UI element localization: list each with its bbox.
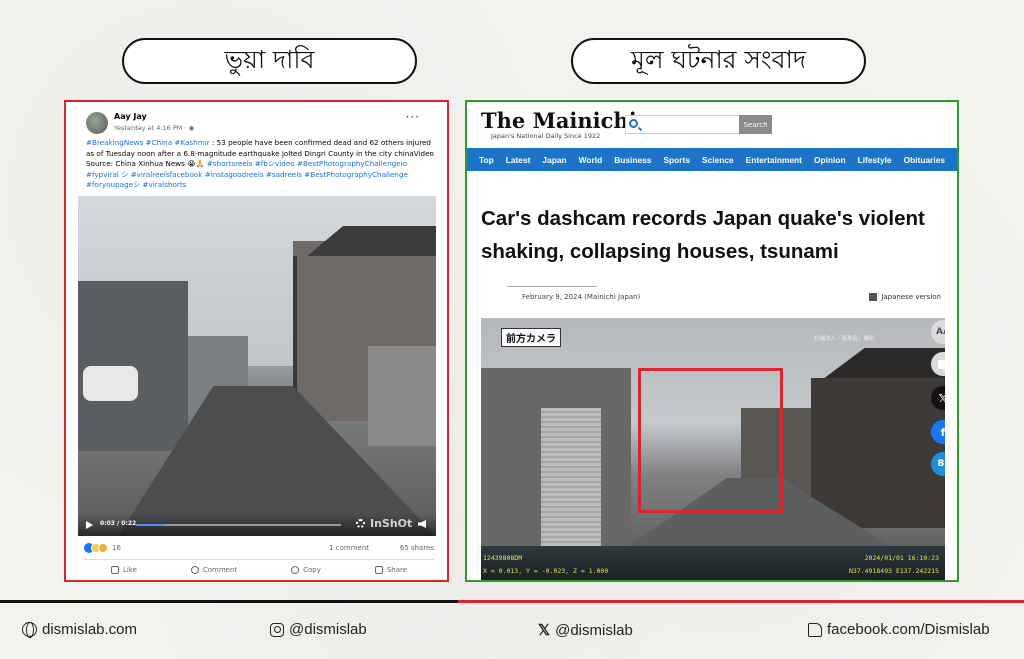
claim-label-text: ভুয়া দাবি	[224, 44, 315, 74]
search-icon	[629, 119, 638, 128]
article-title: Car's dashcam records Japan quake's viol…	[481, 207, 925, 263]
share-label: Share	[386, 566, 408, 574]
thumbs-up-icon	[110, 566, 119, 574]
copy-label: Copy	[303, 566, 321, 574]
mainichi-logo[interactable]: The Mainichi	[481, 108, 637, 133]
search-input[interactable]	[625, 115, 740, 134]
source-label-text: মূল ঘটনার সংবাদ	[631, 44, 806, 74]
claim-panel: Aay Jay Yesterday at 4:16 PM · ◉ ··· #Br…	[64, 100, 449, 582]
image-shutter	[541, 408, 601, 548]
camera-accel: X = 0.013, Y = -0.023, Z = 1.000	[483, 567, 609, 575]
play-icon[interactable]	[86, 521, 93, 529]
footer-facebook[interactable]: facebook.com/Dismislab	[808, 621, 990, 638]
post-time[interactable]: Yesterday at 4:16 PM · ◉	[114, 124, 194, 132]
more-options-icon[interactable]: ···	[406, 110, 420, 124]
share-icon	[374, 566, 383, 574]
nav-item-japan[interactable]: Japan	[542, 155, 566, 165]
facebook-text: facebook.com/Dismislab	[827, 621, 990, 638]
like-label: Like	[122, 566, 137, 574]
share-count[interactable]: 65 shares	[400, 544, 434, 552]
author-name[interactable]: Aay Jay	[114, 112, 147, 121]
nav-item-latest[interactable]: Latest	[506, 155, 531, 165]
nav-item-entertainment[interactable]: Entertainment	[746, 155, 802, 165]
document-icon	[869, 293, 878, 301]
video-player[interactable]: 0:03 / 0:22 InShOt	[78, 196, 436, 536]
footer-instagram[interactable]: @dismislab	[270, 621, 367, 638]
x-text: @dismislab	[555, 621, 633, 639]
camera-id: 12439808DM	[483, 554, 523, 562]
video-progress-fill	[136, 524, 165, 526]
image-building-right	[811, 378, 945, 528]
instagram-text: @dismislab	[289, 621, 367, 638]
nav-item-opinion[interactable]: Opinion	[814, 155, 846, 165]
website-text: dismislab.com	[42, 621, 138, 638]
instagram-icon	[270, 622, 284, 637]
video-progress-bar[interactable]	[136, 524, 341, 526]
camera-caption: 社福法人「長寿会」撮影	[814, 336, 875, 342]
facebook-post: Aay Jay Yesterday at 4:16 PM · ◉ ··· #Br…	[76, 104, 439, 580]
nav-item-lifestyle[interactable]: Lifestyle	[858, 155, 892, 165]
sad-reaction-icon[interactable]	[98, 543, 108, 553]
thumbs-up-icon	[808, 622, 822, 637]
hashtags-primary[interactable]: #BreakingNews #China #Kashmir	[86, 138, 210, 147]
nav-item-world[interactable]: World	[579, 155, 603, 165]
nav-item-top[interactable]: Top	[479, 155, 494, 165]
footer-rule-red	[458, 600, 1024, 603]
link-icon	[291, 566, 300, 574]
nav-item-business[interactable]: Business	[614, 155, 651, 165]
claim-label: ভুয়া দাবি	[122, 38, 417, 84]
nav-item-sports[interactable]: Sports	[663, 155, 690, 165]
post-text: #BreakingNews #China #Kashmir : 53 peopl…	[86, 138, 434, 191]
post-actions: Like Comment Copy Share	[84, 562, 434, 578]
comment-count[interactable]: 1 comment	[329, 544, 369, 552]
divider	[84, 559, 434, 560]
reactions-bar: 16 1 comment 65 shares	[84, 542, 434, 556]
copy-button[interactable]: Copy	[291, 562, 321, 578]
video-controls: 0:03 / 0:22 InShOt	[78, 514, 436, 536]
footer-rule-dark	[0, 600, 458, 603]
camera-label: 前方カメラ	[501, 328, 561, 347]
article-date: February 9, 2024 (Mainichi Japan)	[522, 293, 641, 301]
font-size-button[interactable]: AA	[931, 320, 945, 344]
source-label: মূল ঘটনার সংবাদ	[571, 38, 866, 84]
print-icon	[937, 359, 945, 369]
gear-icon[interactable]	[356, 519, 365, 528]
reaction-count[interactable]: 16	[112, 544, 121, 552]
share-button[interactable]: Share	[374, 562, 408, 578]
video-utility-pole	[293, 256, 297, 406]
comment-button[interactable]: Comment	[190, 562, 238, 578]
footer-website[interactable]: dismislab.com	[22, 621, 137, 638]
title-separator	[507, 286, 597, 287]
comment-label: Comment	[202, 566, 238, 574]
globe-icon	[22, 622, 37, 638]
highlight-box	[638, 368, 783, 513]
like-button[interactable]: Like	[110, 562, 137, 578]
volume-icon[interactable]	[418, 520, 426, 528]
camera-gps: N37.4918493 E137.242215	[848, 567, 939, 575]
inshot-watermark: InShOt	[370, 517, 413, 530]
comment-icon	[190, 566, 199, 574]
source-panel: The Mainichi Japan's National Daily Sinc…	[465, 100, 959, 582]
video-time: 0:03 / 0:22	[100, 520, 137, 527]
x-icon: 𝕏	[538, 622, 551, 639]
post-header: Aay Jay Yesterday at 4:16 PM · ◉ ···	[86, 110, 426, 138]
japanese-version-label: Japanese version	[881, 293, 941, 301]
japanese-version-link[interactable]: Japanese version	[869, 293, 941, 301]
camera-timestamp: 2024/01/01 16:10:23	[864, 554, 939, 562]
nav-item-science[interactable]: Science	[702, 155, 734, 165]
avatar[interactable]	[86, 112, 108, 134]
dashcam-image: 前方カメラ 社福法人「長寿会」撮影 12439808DM X = 0.013, …	[481, 318, 945, 580]
main-nav: Top Latest Japan World Business Sports S…	[467, 148, 957, 171]
video-car	[83, 366, 138, 401]
nav-item-obituaries[interactable]: Obituaries	[904, 155, 945, 165]
search-button[interactable]: Search	[739, 115, 772, 134]
footer-x[interactable]: 𝕏 @dismislab	[538, 621, 633, 640]
mainichi-tagline: Japan's National Daily Since 1922	[491, 132, 601, 140]
video-building-right-2	[368, 346, 436, 446]
